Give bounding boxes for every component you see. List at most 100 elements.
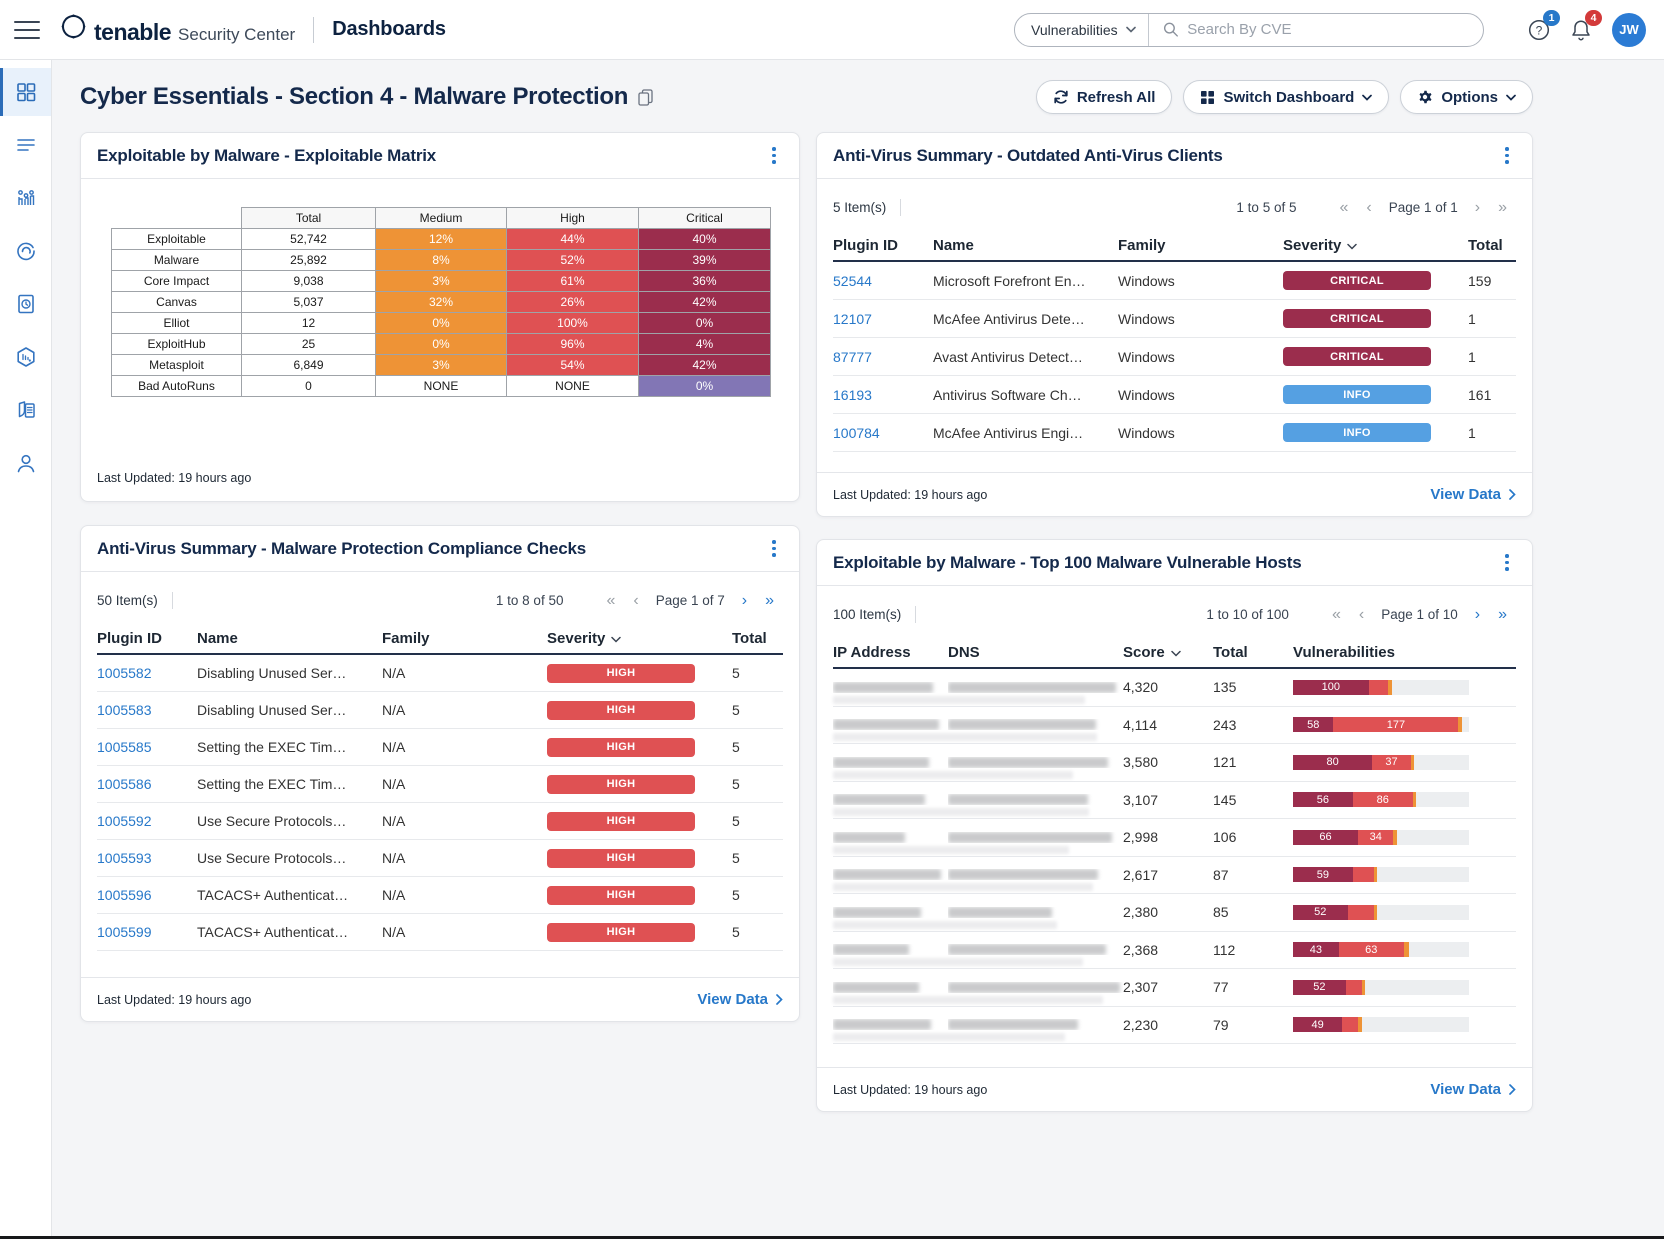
matrix-percent-cell: 52%: [507, 250, 639, 271]
vulnerability-bar: 49: [1293, 1017, 1469, 1032]
matrix-row: Canvas5,03732%26%42%: [112, 292, 771, 313]
col-plugin-id[interactable]: Plugin ID: [97, 630, 197, 647]
high-segment: 86: [1353, 792, 1413, 807]
critical-segment: 80: [1293, 755, 1372, 770]
matrix-col-total: Total: [242, 208, 376, 229]
pagination-first-button[interactable]: «: [1332, 607, 1341, 623]
sidebar-item-queries[interactable]: [0, 121, 51, 169]
sidebar-item-policies[interactable]: [0, 386, 51, 434]
switch-dashboard-button[interactable]: Switch Dashboard: [1183, 80, 1389, 114]
plugin-id-cell: 52544: [833, 273, 933, 289]
col-vulnerabilities[interactable]: Vulnerabilities: [1293, 644, 1516, 661]
redacted-subline: [833, 996, 1103, 1004]
sidebar-item-assets[interactable]: [0, 333, 51, 381]
pagination-next-button[interactable]: ›: [742, 593, 747, 609]
plugin-id-cell: 100784: [833, 425, 933, 441]
name-cell: McAfee Antivirus Dete…: [933, 311, 1118, 327]
pagination-last-button[interactable]: »: [1498, 607, 1507, 623]
dns-cell: [948, 907, 1123, 918]
dns-cell: [948, 794, 1123, 805]
view-data-link[interactable]: View Data: [1430, 1081, 1516, 1098]
col-name[interactable]: Name: [933, 237, 1118, 254]
col-total[interactable]: Total: [1213, 644, 1293, 661]
pagination-last-button[interactable]: »: [765, 593, 774, 609]
score-cell: 4,320: [1123, 679, 1213, 695]
pagination-prev-button[interactable]: ‹: [1366, 200, 1371, 216]
plugin-id-link[interactable]: 1005583: [97, 702, 152, 718]
name-cell: Setting the EXEC Tim…: [197, 739, 382, 755]
plugin-id-link[interactable]: 1005592: [97, 813, 152, 829]
plugin-id-link[interactable]: 52544: [833, 273, 872, 289]
sidebar-item-reports[interactable]: [0, 280, 51, 328]
plugin-id-link[interactable]: 12107: [833, 311, 872, 327]
ip-cell: [833, 757, 948, 768]
plugin-id-link[interactable]: 1005599: [97, 924, 152, 940]
row-range: 1 to 10 of 100: [1206, 607, 1289, 622]
matrix-col-high: High: [507, 208, 639, 229]
col-family[interactable]: Family: [382, 630, 547, 647]
name-cell: Microsoft Forefront En…: [933, 273, 1118, 289]
sidebar-item-users[interactable]: [0, 439, 51, 487]
pagination-first-button[interactable]: «: [1339, 200, 1348, 216]
col-severity[interactable]: Severity: [547, 630, 732, 647]
plugin-id-link[interactable]: 1005582: [97, 665, 152, 681]
col-family[interactable]: Family: [1118, 237, 1283, 254]
notifications-button[interactable]: 4: [1568, 17, 1594, 43]
kebab-menu-icon[interactable]: [1496, 552, 1518, 574]
family-cell: Windows: [1118, 349, 1283, 365]
sidebar-item-dashboards[interactable]: [0, 68, 51, 116]
pagination-next-button[interactable]: ›: [1475, 607, 1480, 623]
col-score[interactable]: Score: [1123, 644, 1213, 661]
matrix-percent-cell: NONE: [507, 376, 639, 397]
pagination-prev-button[interactable]: ‹: [1359, 607, 1364, 623]
plugin-id-link[interactable]: 16193: [833, 387, 872, 403]
col-name[interactable]: Name: [197, 630, 382, 647]
redacted-subline: [833, 771, 1073, 779]
matrix-percent-cell: 39%: [639, 250, 771, 271]
plugin-id-link[interactable]: 100784: [833, 425, 880, 441]
search-input[interactable]: [1187, 21, 1469, 38]
col-dns[interactable]: DNS: [948, 644, 1123, 661]
view-data-link[interactable]: View Data: [697, 991, 783, 1008]
total-cell: 1: [1468, 311, 1516, 327]
kebab-menu-icon[interactable]: [763, 145, 785, 167]
plugin-id-cell: 87777: [833, 349, 933, 365]
search-bar: Vulnerabilities: [1014, 13, 1484, 47]
plugin-id-link[interactable]: 1005596: [97, 887, 152, 903]
col-severity[interactable]: Severity: [1283, 237, 1468, 254]
pagination-last-button[interactable]: »: [1498, 200, 1507, 216]
kebab-menu-icon[interactable]: [1496, 145, 1518, 167]
chevron-down-icon: [1362, 94, 1372, 101]
view-data-link[interactable]: View Data: [1430, 486, 1516, 503]
last-updated: Last Updated: 19 hours ago: [833, 1083, 987, 1097]
refresh-all-button[interactable]: Refresh All: [1036, 80, 1173, 114]
matrix-percent-cell: 0%: [639, 313, 771, 334]
vulnerability-bar: 52: [1293, 905, 1469, 920]
plugin-id-link[interactable]: 1005586: [97, 776, 152, 792]
grid-icon: [1200, 90, 1215, 105]
pagination-first-button[interactable]: «: [606, 593, 615, 609]
plugin-id-cell: 1005583: [97, 702, 197, 718]
help-button[interactable]: ? 1: [1526, 17, 1552, 43]
pagination-prev-button[interactable]: ‹: [633, 593, 638, 609]
search-scope-select[interactable]: Vulnerabilities: [1015, 14, 1149, 46]
plugin-id-link[interactable]: 1005593: [97, 850, 152, 866]
plugin-id-link[interactable]: 1005585: [97, 739, 152, 755]
col-ip-address[interactable]: IP Address: [833, 644, 948, 661]
medium-segment: [1374, 867, 1378, 882]
col-total[interactable]: Total: [732, 630, 783, 647]
pagination-next-button[interactable]: ›: [1475, 200, 1480, 216]
avatar[interactable]: JW: [1612, 13, 1646, 47]
options-button[interactable]: Options: [1400, 80, 1533, 114]
sidebar-item-scans[interactable]: [0, 227, 51, 275]
plugin-id-link[interactable]: 87777: [833, 349, 872, 365]
kebab-menu-icon[interactable]: [763, 538, 785, 560]
redacted-dns: [948, 982, 1120, 993]
col-total[interactable]: Total: [1468, 237, 1516, 254]
col-plugin-id[interactable]: Plugin ID: [833, 237, 933, 254]
copy-icon[interactable]: [638, 89, 653, 106]
chevron-right-icon: [1509, 489, 1516, 500]
hamburger-menu-icon[interactable]: [14, 21, 40, 39]
sidebar-item-analytics[interactable]: [0, 174, 51, 222]
severity-cell: HIGH: [547, 774, 732, 794]
